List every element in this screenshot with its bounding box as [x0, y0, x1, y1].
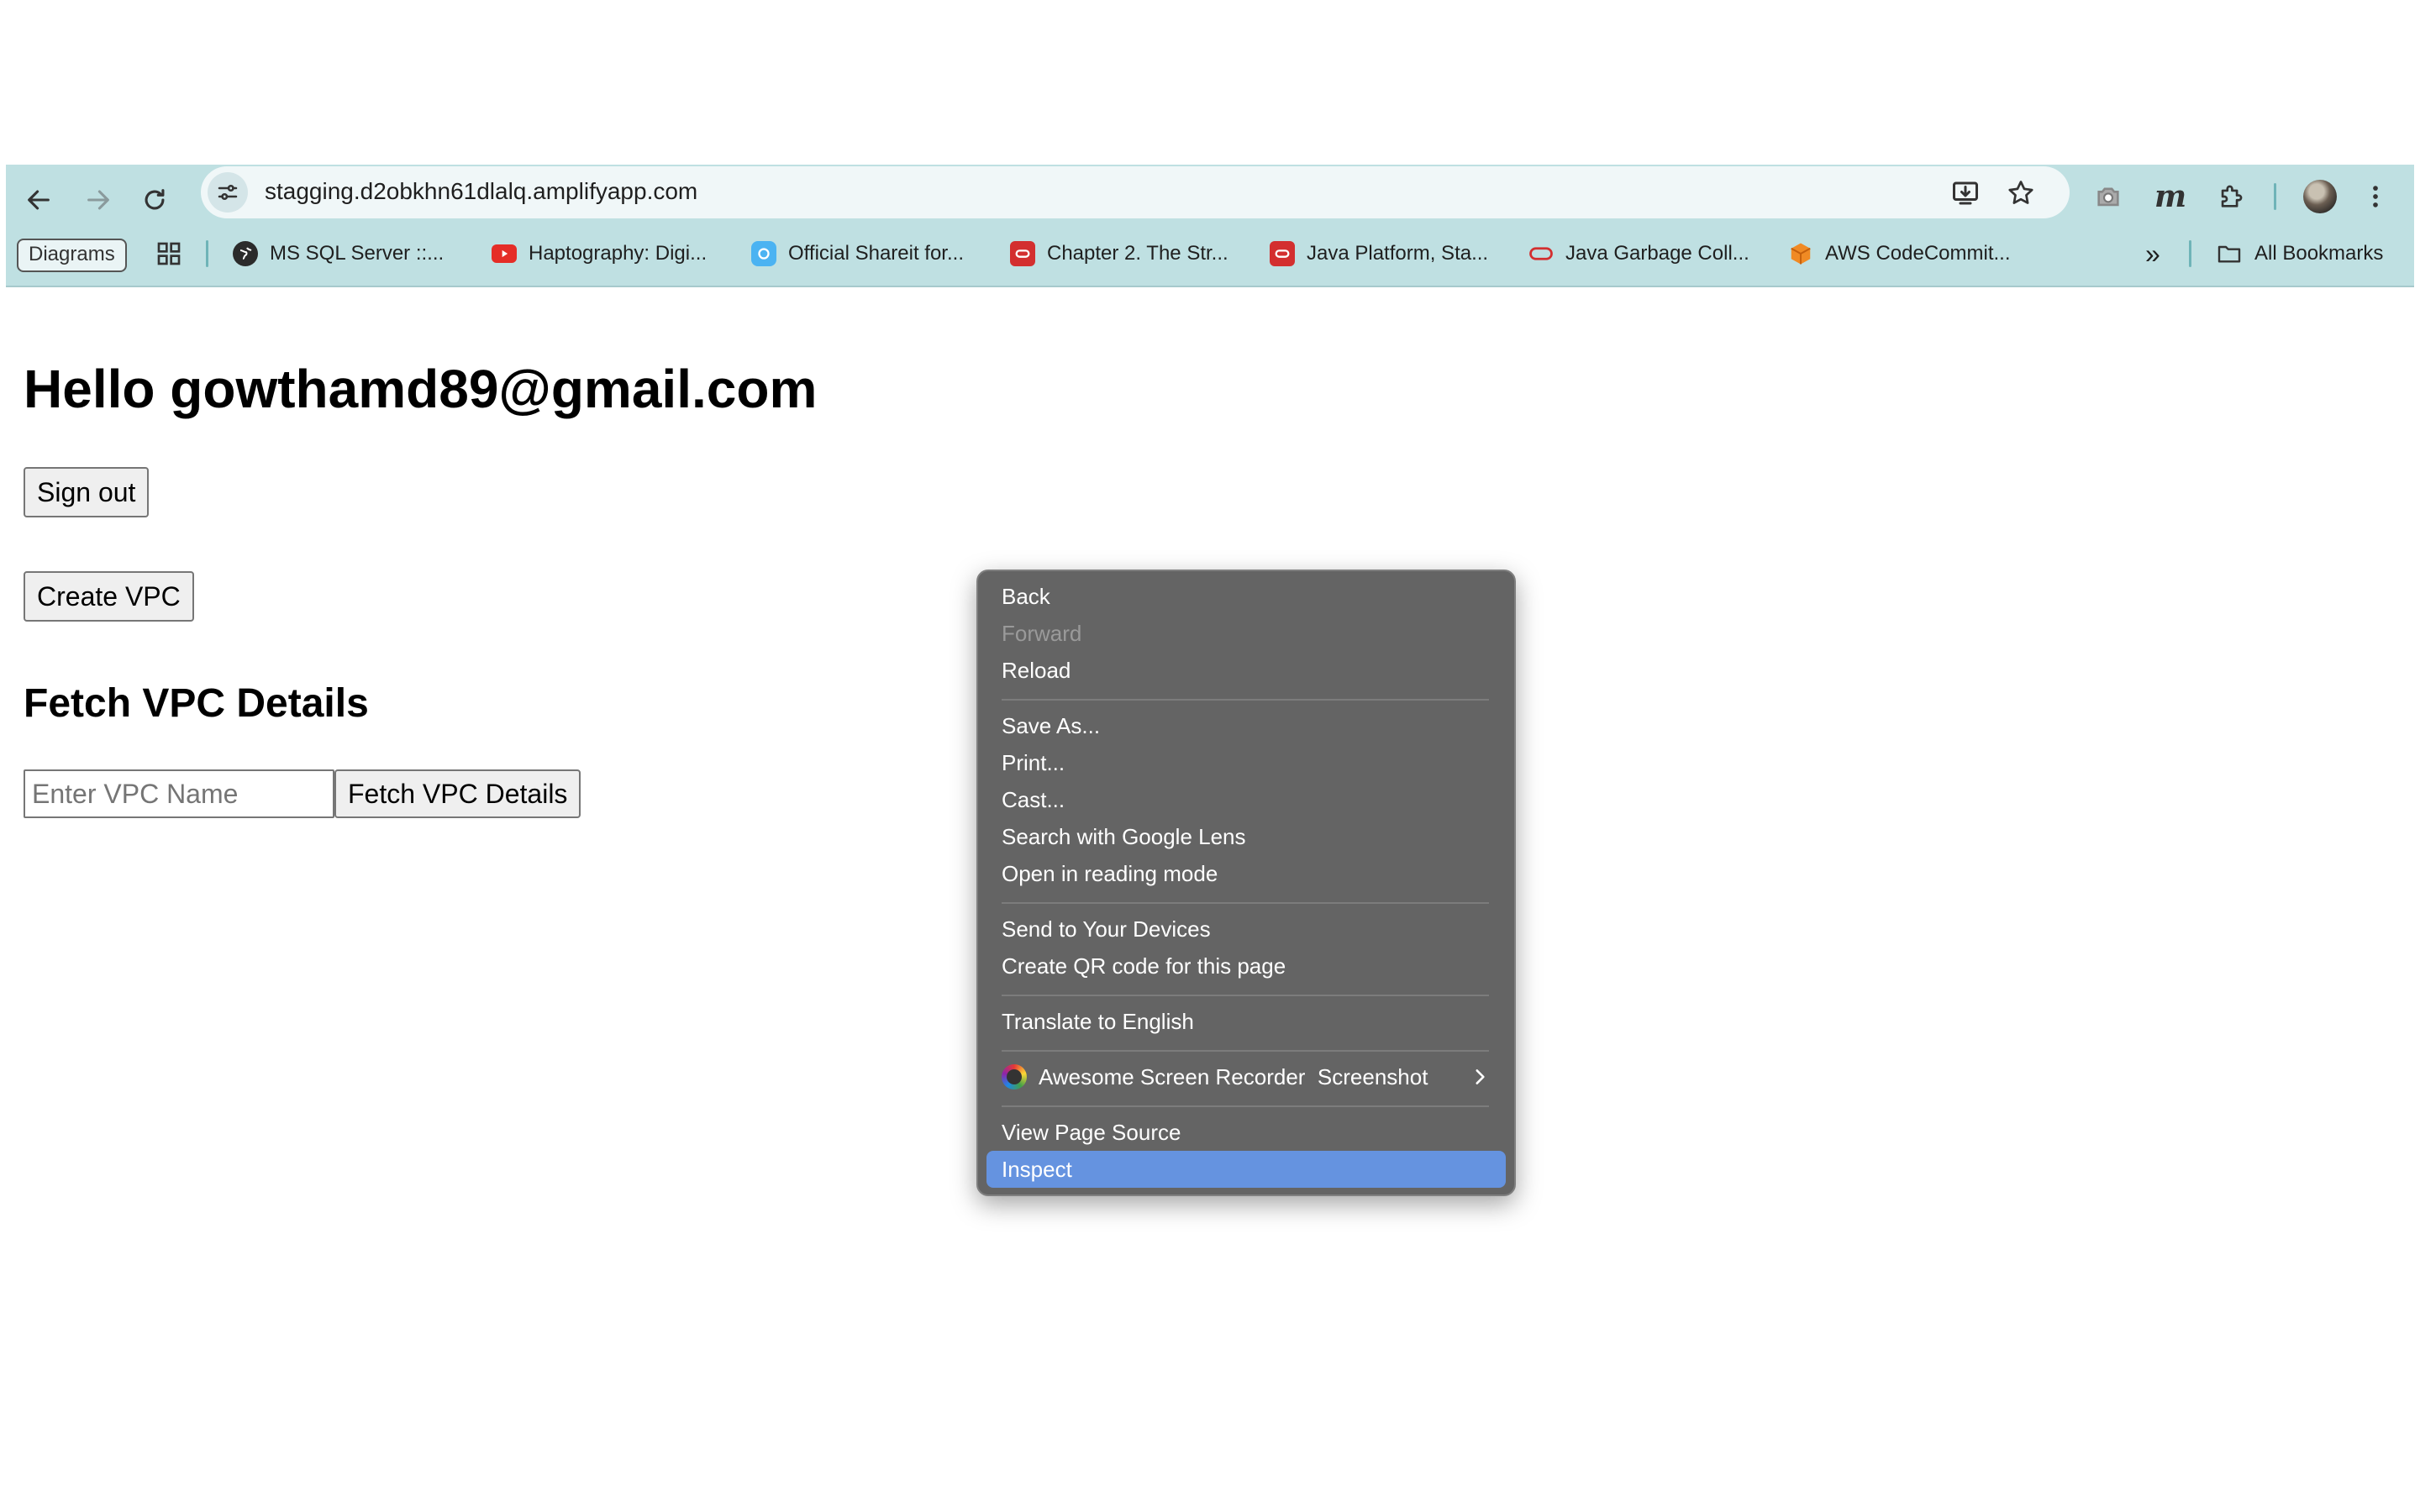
- profile-avatar: [2303, 180, 2337, 213]
- forward-button[interactable]: [80, 181, 117, 218]
- more-menu-icon: [2373, 186, 2378, 207]
- aws-cube-icon: [1788, 241, 1813, 266]
- bookmark-label: AWS CodeCommit...: [1825, 242, 2011, 265]
- chevron-right-icon: [1476, 1069, 1485, 1084]
- bookmark-diagrams[interactable]: Diagrams: [17, 239, 127, 272]
- menu-divider: [1002, 1050, 1489, 1052]
- back-icon: [28, 190, 50, 210]
- menu-item-google-lens[interactable]: Search with Google Lens: [986, 818, 1506, 855]
- bookmark-label: Chapter 2. The Str...: [1047, 242, 1228, 265]
- menu-item-reload[interactable]: Reload: [986, 652, 1506, 689]
- back-button[interactable]: [20, 181, 57, 218]
- menu-item-print[interactable]: Print...: [986, 744, 1506, 781]
- shareit-icon: [751, 241, 776, 266]
- bookmark-item[interactable]: Haptography: Digi...: [492, 237, 707, 270]
- apps-grid-icon: [157, 242, 181, 265]
- bookmark-label: Haptography: Digi...: [529, 242, 708, 265]
- bookmarks-bar: Diagrams MS SQL Server ::... Haptography…: [6, 230, 2414, 277]
- menu-item-send-to-devices[interactable]: Send to Your Devices: [986, 911, 1506, 948]
- folder-icon: [2217, 245, 2241, 263]
- apps-button[interactable]: [155, 237, 182, 270]
- all-bookmarks-button[interactable]: All Bookmarks: [2216, 237, 2383, 270]
- site-info-icon: [218, 185, 238, 201]
- bookmark-label: Java Platform, Sta...: [1307, 242, 1489, 265]
- extensions-puzzle-icon: [2221, 185, 2243, 207]
- browser-toolbar: stagging.d2obkhn61dlalq.amplifyapp.com m…: [6, 165, 2414, 287]
- section-title: Fetch VPC Details: [24, 681, 369, 726]
- sign-out-button[interactable]: Sign out: [24, 467, 150, 517]
- menu-divider: [1002, 1105, 1489, 1107]
- bookmark-item[interactable]: AWS CodeCommit...: [1788, 237, 2011, 270]
- menu-item-create-qr[interactable]: Create QR code for this page: [986, 948, 1506, 984]
- bookmarks-overflow-button[interactable]: »: [2145, 237, 2160, 270]
- menu-divider: [1002, 902, 1489, 904]
- menu-item-cast[interactable]: Cast...: [986, 781, 1506, 818]
- menu-item-back[interactable]: Back: [986, 578, 1506, 615]
- globe-icon: [233, 241, 258, 266]
- bookmarks-divider: [206, 240, 208, 267]
- oracle-icon: [1270, 241, 1295, 266]
- m-extension-icon: m: [2154, 179, 2187, 214]
- menu-divider: [1002, 995, 1489, 996]
- bookmark-label: Official Shareit for...: [788, 242, 964, 265]
- menu-item-save-as[interactable]: Save As...: [986, 707, 1506, 744]
- page-greeting: Hello gowthamd89@gmail.com: [24, 359, 818, 419]
- reload-button[interactable]: [136, 181, 173, 218]
- forward-icon: [87, 190, 109, 210]
- context-menu: Back Forward Reload Save As... Print... …: [976, 570, 1516, 1196]
- bookmark-label: Java Garbage Coll...: [1565, 242, 1749, 265]
- more-menu-button[interactable]: [2359, 180, 2392, 213]
- camera-extension[interactable]: [2091, 180, 2125, 213]
- bookmark-item[interactable]: Java Garbage Coll...: [1528, 237, 1749, 270]
- m-extension[interactable]: m: [2154, 179, 2187, 214]
- bookmark-item[interactable]: MS SQL Server ::...: [233, 237, 444, 270]
- menu-item-inspect[interactable]: Inspect: [986, 1151, 1506, 1188]
- profile-button[interactable]: [2303, 180, 2337, 213]
- site-info-button[interactable]: [208, 172, 248, 213]
- star-icon[interactable]: [2006, 178, 2036, 208]
- bookmark-item[interactable]: Java Platform, Sta...: [1270, 237, 1488, 270]
- all-bookmarks-label: All Bookmarks: [2254, 242, 2384, 265]
- menu-item-screen-recorder[interactable]: Awesome Screen Recorder Screenshot: [986, 1058, 1506, 1095]
- fetch-vpc-details-button[interactable]: Fetch VPC Details: [334, 769, 581, 818]
- menu-item-forward[interactable]: Forward: [986, 615, 1506, 652]
- oracle-icon: [1010, 241, 1035, 266]
- vpc-name-input[interactable]: [24, 769, 334, 818]
- reload-icon: [145, 189, 165, 210]
- screen-recorder-icon: [1002, 1064, 1027, 1089]
- menu-item-view-source[interactable]: View Page Source: [986, 1114, 1506, 1151]
- url-text[interactable]: stagging.d2obkhn61dlalq.amplifyapp.com: [265, 178, 697, 205]
- menu-item-reading-mode[interactable]: Open in reading mode: [986, 855, 1506, 892]
- install-icon[interactable]: [1950, 178, 1981, 208]
- extensions-button[interactable]: [2214, 180, 2248, 213]
- camera-icon: [2097, 187, 2119, 207]
- toolbar-divider: [2274, 183, 2276, 210]
- menu-item-translate[interactable]: Translate to English: [986, 1003, 1506, 1040]
- screen-recorder-label: Awesome Screen Recorder Screenshot: [1039, 1063, 1428, 1089]
- bookmark-item[interactable]: Chapter 2. The Str...: [1010, 237, 1228, 270]
- menu-divider: [1002, 699, 1489, 701]
- bookmarks-divider: [2189, 240, 2191, 267]
- create-vpc-button[interactable]: Create VPC: [24, 571, 194, 622]
- bookmark-label: MS SQL Server ::...: [270, 242, 445, 265]
- oracle-outline-icon: [1528, 241, 1554, 266]
- youtube-icon: [492, 244, 517, 263]
- bookmark-item[interactable]: Official Shareit for...: [751, 237, 964, 270]
- address-bar[interactable]: stagging.d2obkhn61dlalq.amplifyapp.com: [201, 166, 2070, 218]
